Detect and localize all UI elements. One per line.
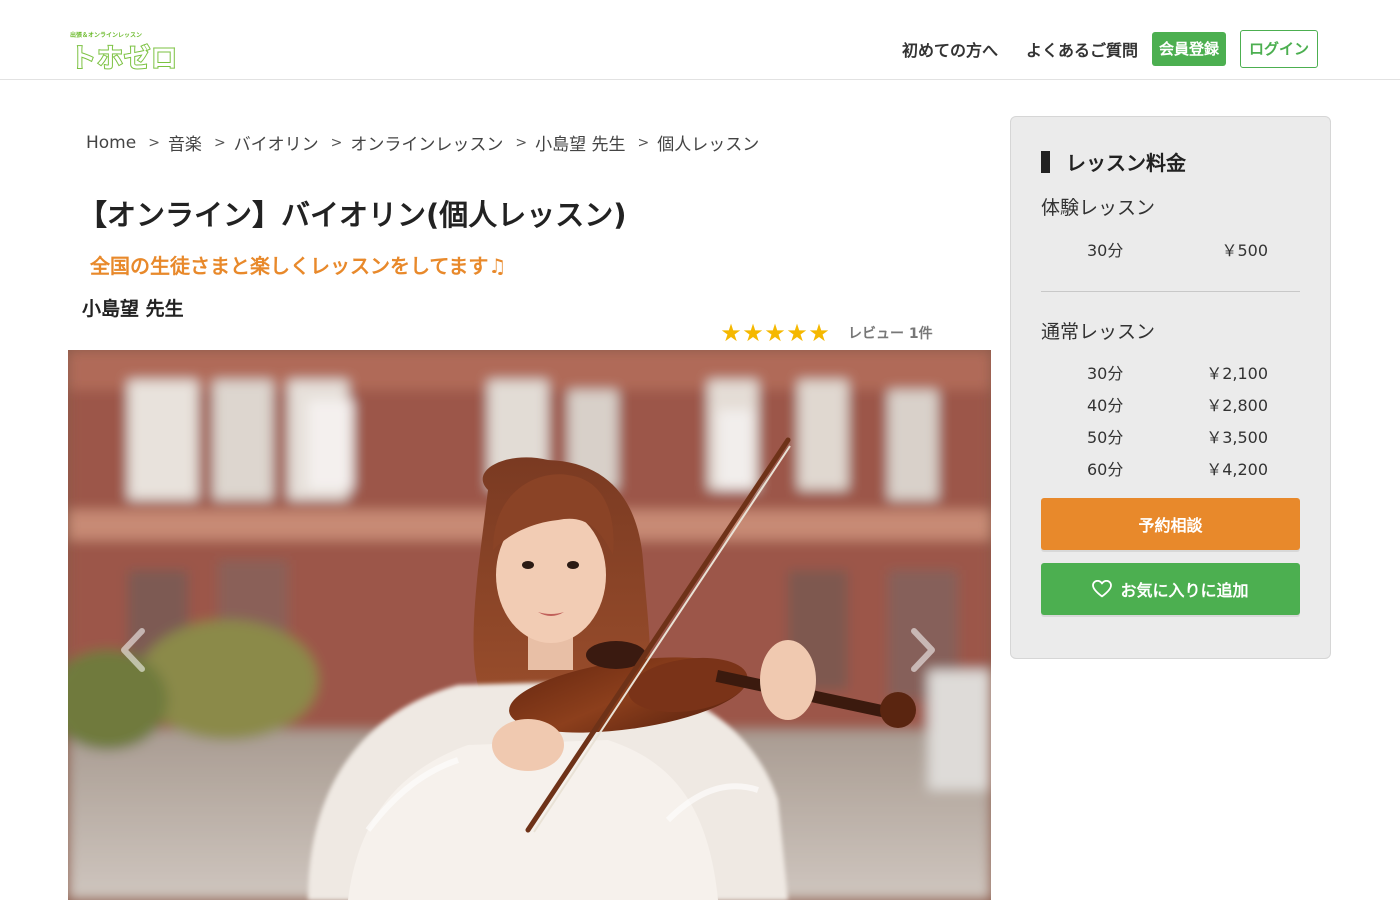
page-title: 【オンライン】バイオリン(個人レッスン) (78, 198, 627, 232)
chevron-right-icon[interactable] (908, 625, 938, 675)
price-duration: 30分 (1087, 364, 1124, 383)
add-favorite-label: お気に入りに追加 (1120, 581, 1249, 600)
pricing-title-text: レッスン料金 (1066, 151, 1186, 175)
price-value: ￥2,800 (1206, 396, 1268, 415)
price-row: 30分 ￥2,100 (1011, 360, 1332, 384)
review-count-link[interactable]: レビュー 1件 (848, 323, 933, 343)
breadcrumb-separator: > (148, 134, 160, 151)
breadcrumb-teacher[interactable]: 小島望 先生 (535, 130, 625, 155)
nav-first-time-link[interactable]: 初めての方へ (902, 37, 998, 61)
star-icon: ★ (786, 319, 808, 347)
star-icon: ★ (742, 319, 764, 347)
regular-lesson-label: 通常レッスン (1041, 321, 1156, 343)
pricing-title: レッスン料金 (1041, 147, 1186, 176)
reserve-consult-label: 予約相談 (1138, 516, 1203, 535)
breadcrumb: Home > 音楽 > バイオリン > オンラインレッスン > 小島望 先生 >… (86, 130, 760, 156)
pricing-panel: レッスン料金 体験レッスン 30分 ￥500 通常レッスン 30分 ￥2,100… (1010, 116, 1331, 659)
breadcrumb-current: 個人レッスン (657, 135, 760, 155)
teacher-name[interactable]: 小島望 先生 (82, 294, 184, 321)
register-button[interactable]: 会員登録 (1151, 32, 1226, 66)
price-duration: 50分 (1087, 428, 1124, 447)
site-header: 出張＆オンラインレッスン トホゼロ 初めての方へ よくあるご質問 会員登録 ログ… (0, 0, 1400, 80)
nav-faq-link[interactable]: よくあるご質問 (1026, 37, 1138, 61)
breadcrumb-separator: > (330, 134, 343, 151)
breadcrumb-separator: > (515, 134, 528, 151)
chevron-left-icon[interactable] (118, 625, 148, 675)
rating: ★ ★ ★ ★ ★ レビュー 1件 (720, 320, 933, 346)
reserve-consult-button[interactable]: 予約相談 (1041, 498, 1300, 550)
add-favorite-button[interactable]: お気に入りに追加 (1041, 563, 1300, 615)
breadcrumb-online-lesson[interactable]: オンラインレッスン (350, 130, 503, 155)
price-duration: 30分 (1087, 241, 1124, 260)
logo-text: トホゼロ (69, 43, 179, 75)
divider (1041, 291, 1300, 292)
breadcrumb-violin[interactable]: バイオリン (234, 130, 319, 155)
star-icon: ★ (764, 319, 786, 347)
catch-copy: 全国の生徒さまと楽しくレッスンをしてます♫ (90, 254, 507, 278)
breadcrumb-separator: > (213, 134, 226, 151)
price-row: 40分 ￥2,800 (1011, 392, 1332, 416)
price-value: ￥500 (1221, 241, 1268, 260)
rating-stars: ★ ★ ★ ★ ★ (720, 320, 830, 346)
star-icon: ★ (720, 319, 742, 347)
price-row: 50分 ￥3,500 (1011, 424, 1332, 448)
login-button[interactable]: ログイン (1239, 30, 1318, 68)
header-nav: 初めての方へ よくあるご質問 会員登録 ログイン (902, 30, 1318, 68)
woman-playing-violin-photo (68, 350, 991, 900)
title-bar-decoration (1041, 150, 1050, 173)
breadcrumb-music[interactable]: 音楽 (168, 130, 202, 155)
price-value: ￥4,200 (1206, 460, 1268, 479)
breadcrumb-separator: > (637, 134, 650, 151)
heart-icon (1092, 580, 1113, 598)
price-row: 60分 ￥4,200 (1011, 456, 1332, 480)
breadcrumb-home[interactable]: Home (86, 133, 136, 153)
star-icon: ★ (808, 319, 830, 347)
price-value: ￥2,100 (1206, 364, 1268, 383)
price-duration: 40分 (1087, 396, 1124, 415)
price-value: ￥3,500 (1206, 428, 1268, 447)
price-row: 30分 ￥500 (1011, 237, 1332, 261)
price-duration: 60分 (1087, 460, 1124, 479)
site-logo[interactable]: 出張＆オンラインレッスン トホゼロ (69, 30, 180, 75)
trial-lesson-label: 体験レッスン (1041, 197, 1156, 219)
